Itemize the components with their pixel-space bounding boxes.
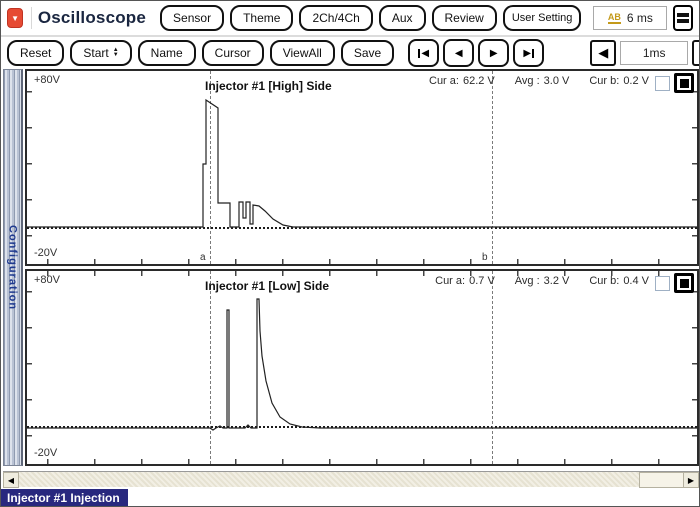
cursor-button[interactable]: Cursor bbox=[201, 40, 264, 66]
oscilloscope-window: ▼ Oscilloscope Sensor Theme 2Ch/4Ch Aux … bbox=[0, 0, 700, 507]
measurement-readouts: Cur a: 62.2 V Avg :3.0 V Cur b: 0.2 V bbox=[429, 75, 649, 87]
menu-icon bbox=[677, 13, 690, 17]
y-max-label: +80V bbox=[34, 74, 60, 86]
measurement-readouts: Cur a: 0.7 V Avg :3.2 V Cur b: 0.4 V bbox=[435, 275, 649, 287]
avg-value: 3.2 V bbox=[543, 275, 570, 287]
spinner-arrows-icon: ▲ ▼ bbox=[112, 47, 119, 58]
menu-icon bbox=[677, 19, 690, 23]
scope-panel-high-side: +80V -20V Injector #1 [High] Side Cur a:… bbox=[25, 69, 699, 266]
app-menu-dropdown-button[interactable]: ▼ bbox=[7, 8, 24, 28]
sidebar-configuration-tab[interactable]: Configuration bbox=[3, 69, 23, 466]
channel-checkbox-checked[interactable] bbox=[674, 73, 694, 93]
chevron-down-icon: ▼ bbox=[11, 13, 20, 23]
reset-button[interactable]: Reset bbox=[7, 40, 65, 66]
divider bbox=[31, 7, 32, 29]
timebase-controls: ◀ 1ms ▶ bbox=[590, 40, 699, 66]
ab-time-display: AB 6 ms bbox=[593, 6, 668, 30]
toolbar-top: ▼ Oscilloscope Sensor Theme 2Ch/4Ch Aux … bbox=[1, 1, 699, 37]
menu-list-button[interactable] bbox=[673, 5, 693, 31]
scope-panel-low-side: +80V -20V Injector #1 [Low] Side Cur a: 0… bbox=[25, 269, 699, 466]
panel-title: Injector #1 [Low] Side bbox=[205, 279, 330, 293]
cur-b-label: Cur b: bbox=[589, 275, 620, 287]
prev-icon: ◀ bbox=[454, 47, 463, 59]
skip-to-end-button[interactable]: ▶ bbox=[513, 39, 545, 67]
channel-checkbox-unchecked[interactable] bbox=[655, 76, 670, 91]
timebase-decrease-button[interactable]: ◀ bbox=[590, 40, 617, 66]
right-arrow-icon: ▶ bbox=[687, 475, 695, 485]
next-icon: ▶ bbox=[489, 47, 498, 59]
cur-b-value: 0.4 V bbox=[623, 275, 649, 287]
panel-title: Injector #1 [High] Side bbox=[205, 79, 332, 93]
horizontal-scrollbar[interactable]: ◀ ▶ bbox=[3, 471, 699, 488]
cur-a-value: 62.2 V bbox=[462, 75, 495, 87]
waveform-trace bbox=[27, 98, 697, 228]
page-title: Oscilloscope bbox=[37, 8, 147, 27]
avg-value: 3.0 V bbox=[543, 75, 570, 87]
timebase-value: 1ms bbox=[620, 41, 689, 65]
skip-start-icon bbox=[418, 48, 421, 58]
avg-label: Avg : bbox=[514, 275, 540, 287]
checkbox-fill bbox=[679, 278, 689, 288]
scroll-left-button[interactable]: ◀ bbox=[3, 472, 19, 488]
waveform-trace bbox=[27, 298, 697, 431]
scrollbar-thumb[interactable] bbox=[639, 472, 685, 488]
step-back-button[interactable]: ◀ bbox=[443, 39, 475, 67]
skip-to-start-button[interactable]: ◀ bbox=[408, 39, 440, 67]
prev-icon: ◀ bbox=[421, 47, 430, 59]
y-min-label: -20V bbox=[34, 447, 58, 459]
channel-checkbox-checked[interactable] bbox=[674, 273, 694, 293]
avg-label: Avg : bbox=[514, 75, 540, 87]
cur-b-label: Cur b: bbox=[589, 75, 620, 87]
toolbar-second: Reset Start ▲ ▼ Name Cursor ViewAll Save… bbox=[1, 39, 699, 67]
cur-a-value: 0.7 V bbox=[469, 275, 495, 287]
transport-controls: ◀ ◀ ▶ ▶ bbox=[408, 39, 545, 67]
review-button[interactable]: Review bbox=[431, 5, 497, 31]
cursor-a-label: a bbox=[200, 252, 206, 263]
waveform-low-side bbox=[27, 298, 697, 431]
scroll-right-button[interactable]: ▶ bbox=[683, 472, 699, 488]
ab-time-value: 6 ms bbox=[626, 11, 653, 25]
checkbox-fill bbox=[679, 78, 689, 88]
left-arrow-icon: ◀ bbox=[7, 475, 15, 485]
name-button[interactable]: Name bbox=[137, 40, 196, 66]
user-setting-button[interactable]: User Setting bbox=[502, 5, 582, 31]
start-button-label: Start bbox=[83, 46, 109, 60]
aux-button[interactable]: Aux bbox=[378, 5, 426, 31]
step-forward-button[interactable]: ▶ bbox=[478, 39, 510, 67]
waveform-high-side bbox=[27, 98, 697, 228]
y-min-label: -20V bbox=[34, 247, 58, 259]
sidebar-label: Configuration bbox=[6, 224, 19, 311]
status-badge: Injector #1 Injection bbox=[1, 489, 128, 506]
viewall-button[interactable]: ViewAll bbox=[269, 40, 335, 66]
skip-end-icon bbox=[532, 48, 535, 58]
cur-b-value: 0.2 V bbox=[623, 75, 649, 87]
cursor-b-label: b bbox=[482, 252, 488, 263]
y-max-label: +80V bbox=[34, 274, 60, 286]
sensor-button[interactable]: Sensor bbox=[160, 5, 225, 31]
start-button[interactable]: Start ▲ ▼ bbox=[70, 40, 132, 66]
channel-checkbox-unchecked[interactable] bbox=[655, 276, 670, 291]
timebase-increase-button[interactable]: ▶ bbox=[692, 40, 699, 66]
cur-a-label: Cur a: bbox=[429, 75, 459, 87]
left-arrow-icon: ◀ bbox=[598, 45, 609, 60]
save-button[interactable]: Save bbox=[340, 40, 395, 66]
ab-cursor-icon: AB bbox=[607, 11, 621, 24]
channel-mode-button[interactable]: 2Ch/4Ch bbox=[299, 5, 373, 31]
cur-a-label: Cur a: bbox=[435, 275, 466, 287]
next-icon: ▶ bbox=[523, 47, 532, 59]
theme-button[interactable]: Theme bbox=[230, 5, 294, 31]
